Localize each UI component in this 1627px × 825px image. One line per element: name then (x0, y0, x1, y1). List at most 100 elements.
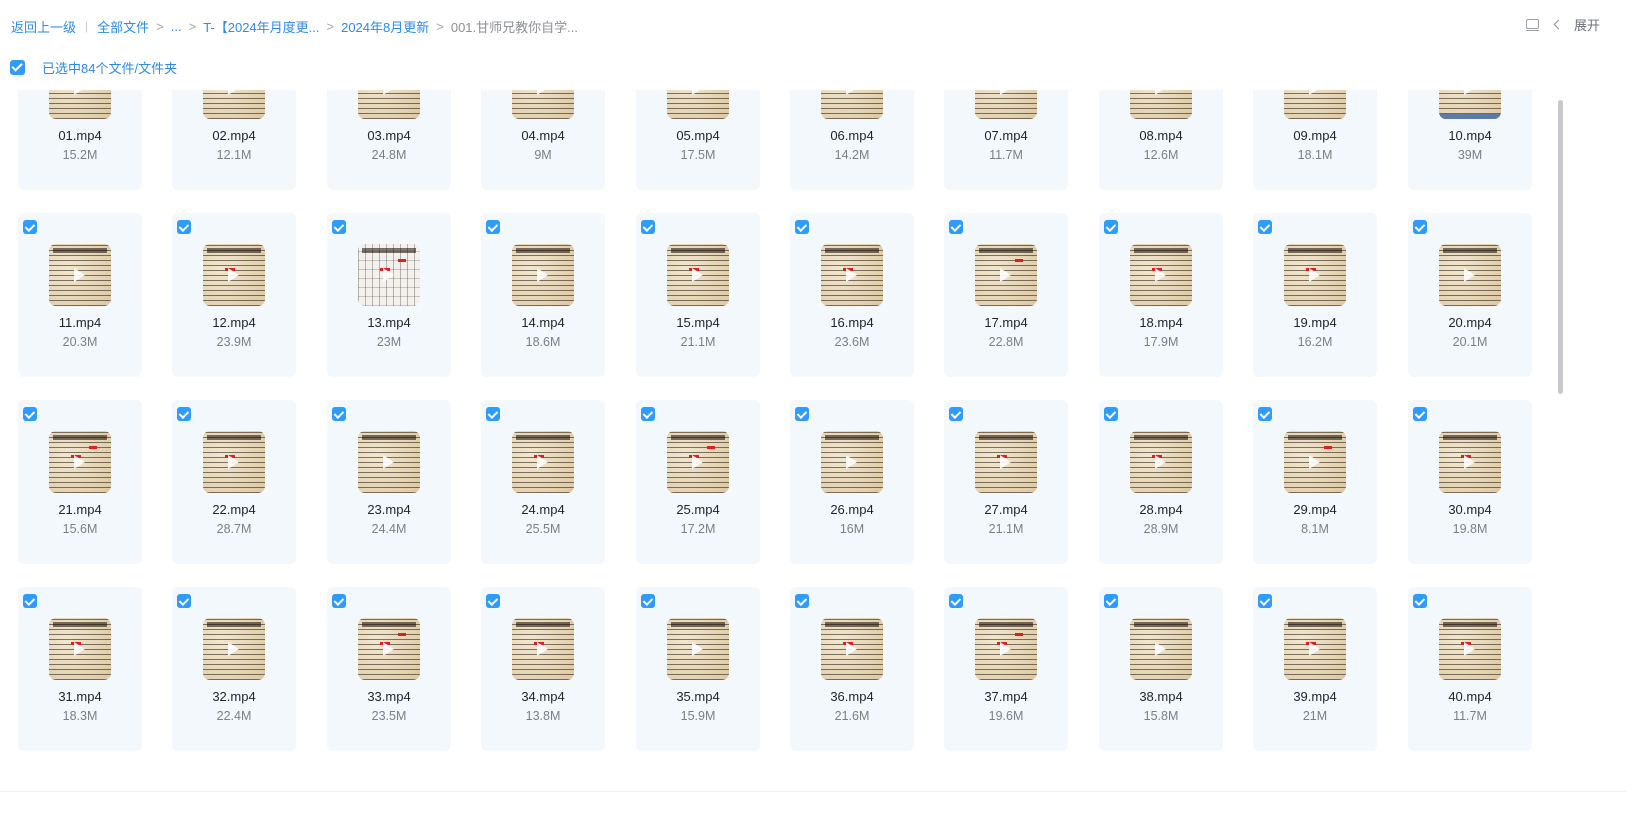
video-thumbnail[interactable] (512, 244, 574, 306)
video-thumbnail[interactable] (667, 431, 729, 493)
file-tile[interactable]: 10.mp4 39M (1408, 90, 1532, 190)
file-tile[interactable]: 02.mp4 12.1M (172, 90, 296, 190)
file-tile[interactable]: 06.mp4 14.2M (790, 90, 914, 190)
file-tile[interactable]: 35.mp4 15.9M (636, 587, 760, 751)
file-checkbox[interactable] (1104, 220, 1118, 234)
video-thumbnail[interactable] (1284, 90, 1346, 119)
file-tile[interactable]: 05.mp4 17.5M (636, 90, 760, 190)
file-tile[interactable]: 38.mp4 15.8M (1099, 587, 1223, 751)
video-thumbnail[interactable] (1284, 431, 1346, 493)
file-checkbox[interactable] (177, 220, 191, 234)
file-tile[interactable]: 36.mp4 21.6M (790, 587, 914, 751)
file-tile[interactable]: 24.mp4 25.5M (481, 400, 605, 564)
file-tile[interactable]: 11.mp4 20.3M (18, 213, 142, 377)
file-name[interactable]: 23.mp4 (327, 502, 451, 517)
file-tile[interactable]: 31.mp4 18.3M (18, 587, 142, 751)
file-name[interactable]: 28.mp4 (1099, 502, 1223, 517)
file-tile[interactable]: 37.mp4 19.6M (944, 587, 1068, 751)
file-name[interactable]: 02.mp4 (172, 128, 296, 143)
video-thumbnail[interactable] (358, 431, 420, 493)
video-thumbnail[interactable] (1439, 90, 1501, 119)
file-checkbox[interactable] (1104, 407, 1118, 421)
file-name[interactable]: 18.mp4 (1099, 315, 1223, 330)
file-name[interactable]: 17.mp4 (944, 315, 1068, 330)
video-thumbnail[interactable] (1130, 431, 1192, 493)
video-thumbnail[interactable] (1130, 90, 1192, 119)
file-tile[interactable]: 21.mp4 15.6M (18, 400, 142, 564)
video-thumbnail[interactable] (975, 431, 1037, 493)
file-tile[interactable]: 08.mp4 12.6M (1099, 90, 1223, 190)
file-name[interactable]: 29.mp4 (1253, 502, 1377, 517)
video-thumbnail[interactable] (975, 90, 1037, 119)
file-name[interactable]: 14.mp4 (481, 315, 605, 330)
file-checkbox[interactable] (1413, 407, 1427, 421)
file-checkbox[interactable] (332, 594, 346, 608)
video-thumbnail[interactable] (512, 431, 574, 493)
file-checkbox[interactable] (486, 220, 500, 234)
file-tile[interactable]: 32.mp4 22.4M (172, 587, 296, 751)
file-name[interactable]: 07.mp4 (944, 128, 1068, 143)
file-name[interactable]: 24.mp4 (481, 502, 605, 517)
breadcrumb-ellipsis[interactable]: ... (171, 19, 182, 34)
file-name[interactable]: 32.mp4 (172, 689, 296, 704)
video-thumbnail[interactable] (821, 431, 883, 493)
video-thumbnail[interactable] (358, 618, 420, 680)
file-name[interactable]: 11.mp4 (18, 315, 142, 330)
video-thumbnail[interactable] (1284, 244, 1346, 306)
file-tile[interactable]: 33.mp4 23.5M (327, 587, 451, 751)
file-name[interactable]: 33.mp4 (327, 689, 451, 704)
video-thumbnail[interactable] (203, 90, 265, 119)
file-name[interactable]: 08.mp4 (1099, 128, 1223, 143)
video-thumbnail[interactable] (49, 244, 111, 306)
file-checkbox[interactable] (949, 407, 963, 421)
file-checkbox[interactable] (23, 594, 37, 608)
file-tile[interactable]: 07.mp4 11.7M (944, 90, 1068, 190)
file-name[interactable]: 38.mp4 (1099, 689, 1223, 704)
file-tile[interactable]: 17.mp4 22.8M (944, 213, 1068, 377)
file-checkbox[interactable] (1258, 594, 1272, 608)
video-thumbnail[interactable] (49, 431, 111, 493)
file-tile[interactable]: 20.mp4 20.1M (1408, 213, 1532, 377)
video-thumbnail[interactable] (49, 618, 111, 680)
file-tile[interactable]: 28.mp4 28.9M (1099, 400, 1223, 564)
file-tile[interactable]: 22.mp4 28.7M (172, 400, 296, 564)
expand-button[interactable]: 展开 (1553, 15, 1600, 34)
video-thumbnail[interactable] (667, 618, 729, 680)
file-checkbox[interactable] (641, 407, 655, 421)
video-thumbnail[interactable] (203, 618, 265, 680)
file-name[interactable]: 40.mp4 (1408, 689, 1532, 704)
video-thumbnail[interactable] (203, 431, 265, 493)
file-name[interactable]: 31.mp4 (18, 689, 142, 704)
file-checkbox[interactable] (1104, 594, 1118, 608)
file-name[interactable]: 37.mp4 (944, 689, 1068, 704)
file-tile[interactable]: 30.mp4 19.8M (1408, 400, 1532, 564)
file-checkbox[interactable] (486, 594, 500, 608)
file-tile[interactable]: 09.mp4 18.1M (1253, 90, 1377, 190)
file-checkbox[interactable] (795, 220, 809, 234)
file-name[interactable]: 01.mp4 (18, 128, 142, 143)
file-name[interactable]: 27.mp4 (944, 502, 1068, 517)
file-checkbox[interactable] (1258, 407, 1272, 421)
file-name[interactable]: 03.mp4 (327, 128, 451, 143)
file-checkbox[interactable] (332, 220, 346, 234)
file-tile[interactable]: 13.mp4 23M (327, 213, 451, 377)
file-checkbox[interactable] (177, 407, 191, 421)
video-thumbnail[interactable] (1439, 244, 1501, 306)
file-tile[interactable]: 27.mp4 21.1M (944, 400, 1068, 564)
file-name[interactable]: 25.mp4 (636, 502, 760, 517)
file-checkbox[interactable] (1413, 594, 1427, 608)
file-tile[interactable]: 34.mp4 13.8M (481, 587, 605, 751)
file-name[interactable]: 34.mp4 (481, 689, 605, 704)
file-tile[interactable]: 01.mp4 15.2M (18, 90, 142, 190)
file-name[interactable]: 22.mp4 (172, 502, 296, 517)
file-checkbox[interactable] (23, 220, 37, 234)
file-name[interactable]: 13.mp4 (327, 315, 451, 330)
file-name[interactable]: 19.mp4 (1253, 315, 1377, 330)
scrollbar[interactable] (1558, 100, 1563, 394)
file-tile[interactable]: 19.mp4 16.2M (1253, 213, 1377, 377)
file-tile[interactable]: 40.mp4 11.7M (1408, 587, 1532, 751)
file-name[interactable]: 20.mp4 (1408, 315, 1532, 330)
file-tile[interactable]: 12.mp4 23.9M (172, 213, 296, 377)
video-thumbnail[interactable] (667, 90, 729, 119)
breadcrumb-all-files[interactable]: 全部文件 (97, 17, 149, 36)
